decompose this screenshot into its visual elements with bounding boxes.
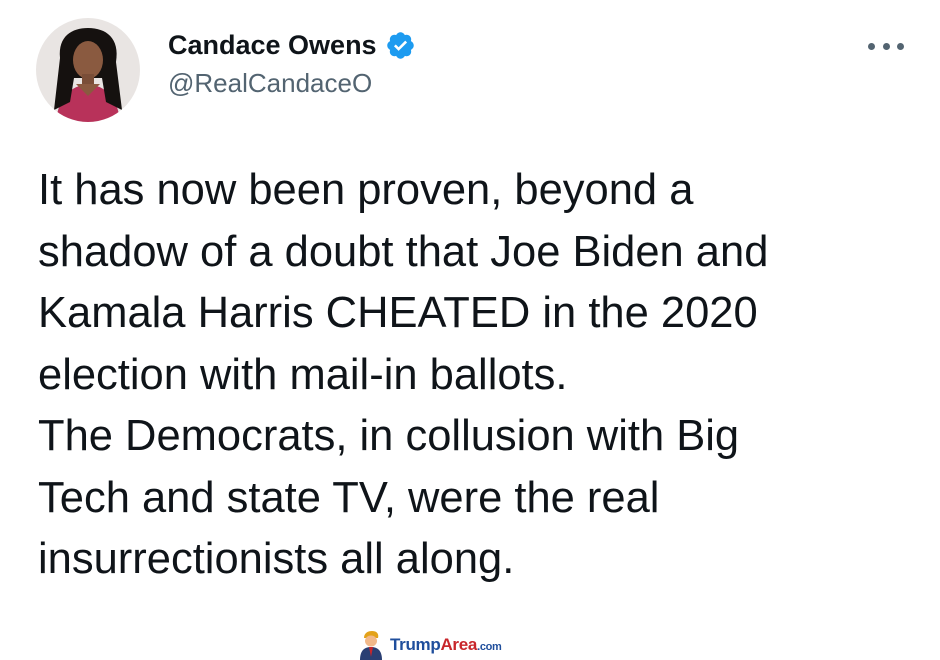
watermark-text: TrumpArea.com bbox=[390, 635, 502, 655]
trump-figure-icon bbox=[360, 631, 382, 660]
dot bbox=[897, 42, 904, 50]
dot bbox=[868, 42, 875, 50]
watermark-logo: TrumpArea.com bbox=[358, 630, 502, 660]
avatar[interactable] bbox=[36, 18, 140, 122]
dot bbox=[882, 42, 890, 50]
watermark-trump: Trump bbox=[390, 635, 441, 654]
verified-badge-icon bbox=[385, 30, 416, 61]
more-options-icon[interactable] bbox=[866, 36, 906, 56]
tweet-text: It has now been proven, beyond a shadow … bbox=[38, 166, 769, 583]
user-handle[interactable]: @RealCandaceO bbox=[168, 68, 416, 99]
tweet-card: Candace Owens @RealCandaceO It has now b… bbox=[0, 0, 940, 660]
avatar-image bbox=[36, 18, 140, 122]
watermark-com: .com bbox=[477, 641, 502, 653]
watermark-area: Area bbox=[440, 635, 478, 654]
name-row: Candace Owens bbox=[168, 28, 416, 62]
display-name[interactable]: Candace Owens bbox=[168, 30, 377, 61]
tweet-header: Candace Owens @RealCandaceO bbox=[168, 28, 416, 99]
